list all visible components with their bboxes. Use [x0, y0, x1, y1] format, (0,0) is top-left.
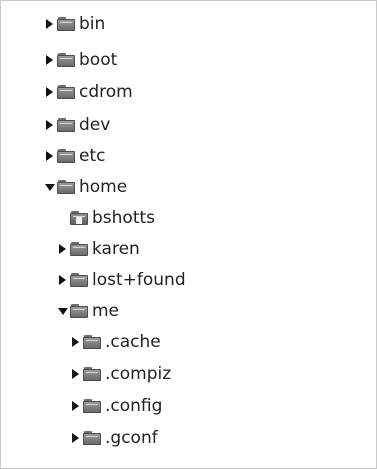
tree-row-boot[interactable]: boot: [45, 45, 117, 75]
home-folder-icon: [70, 210, 89, 226]
folder-icon: [70, 303, 89, 319]
tree-row-etc[interactable]: etc: [45, 141, 105, 171]
folder-icon: [57, 117, 76, 133]
tree-item-label: karen: [92, 239, 140, 259]
tree-row-dev[interactable]: dev: [45, 110, 110, 140]
collapse-arrow-icon[interactable]: [45, 181, 55, 193]
tree-row-karen[interactable]: karen: [58, 234, 140, 264]
tree-row-compiz[interactable]: .compiz: [71, 359, 171, 389]
tree-row-config[interactable]: .config: [71, 391, 162, 421]
tree-item-label: me: [92, 301, 120, 321]
tree-row-bin[interactable]: bin: [45, 9, 105, 39]
tree-row-cache[interactable]: .cache: [71, 327, 161, 357]
tree-item-label: dev: [79, 115, 111, 135]
folder-icon: [57, 179, 76, 195]
tree-item-label: etc: [79, 146, 106, 166]
tree-item-label: lost+found: [92, 270, 186, 290]
expand-arrow-icon[interactable]: [45, 150, 55, 162]
tree-item-label: .gconf: [105, 428, 158, 448]
tree-row-me[interactable]: me: [58, 296, 119, 326]
tree-item-label: home: [79, 177, 128, 197]
tree-item-label: bin: [79, 14, 106, 34]
expand-arrow-icon[interactable]: [58, 274, 68, 286]
tree-item-label: .cache: [105, 332, 161, 352]
expand-arrow-icon[interactable]: [45, 119, 55, 131]
tree-item-label: cdrom: [79, 82, 133, 102]
folder-icon: [83, 366, 102, 382]
tree-row-home[interactable]: home: [45, 172, 127, 202]
tree-item-label: .config: [105, 396, 163, 416]
folder-icon: [83, 430, 102, 446]
tree-item-label: boot: [79, 50, 118, 70]
expand-arrow-icon[interactable]: [71, 432, 81, 444]
folder-icon: [70, 241, 89, 257]
tree-row-gconf[interactable]: .gconf: [71, 423, 158, 453]
expand-arrow-icon[interactable]: [45, 86, 55, 98]
folder-icon: [83, 398, 102, 414]
tree-row-bshotts[interactable]: bshotts: [58, 203, 155, 233]
expand-arrow-icon[interactable]: [45, 18, 55, 30]
folder-icon: [83, 334, 102, 350]
folder-icon: [57, 52, 76, 68]
collapse-arrow-icon[interactable]: [58, 305, 68, 317]
folder-icon: [70, 272, 89, 288]
tree-item-label: bshotts: [92, 208, 156, 228]
folder-icon: [57, 84, 76, 100]
folder-icon: [57, 148, 76, 164]
expand-arrow-icon[interactable]: [71, 336, 81, 348]
tree-row-lost-found[interactable]: lost+found: [58, 265, 186, 295]
expand-arrow-icon[interactable]: [71, 368, 81, 380]
file-tree-panel: bin boot cdrom dev etc home bshotts kare…: [0, 0, 377, 469]
folder-icon: [57, 16, 76, 32]
expand-arrow-icon[interactable]: [45, 54, 55, 66]
tree-row-cdrom[interactable]: cdrom: [45, 77, 133, 107]
tree-item-label: .compiz: [105, 364, 172, 384]
expand-arrow-icon[interactable]: [71, 400, 81, 412]
expand-arrow-icon[interactable]: [58, 243, 68, 255]
